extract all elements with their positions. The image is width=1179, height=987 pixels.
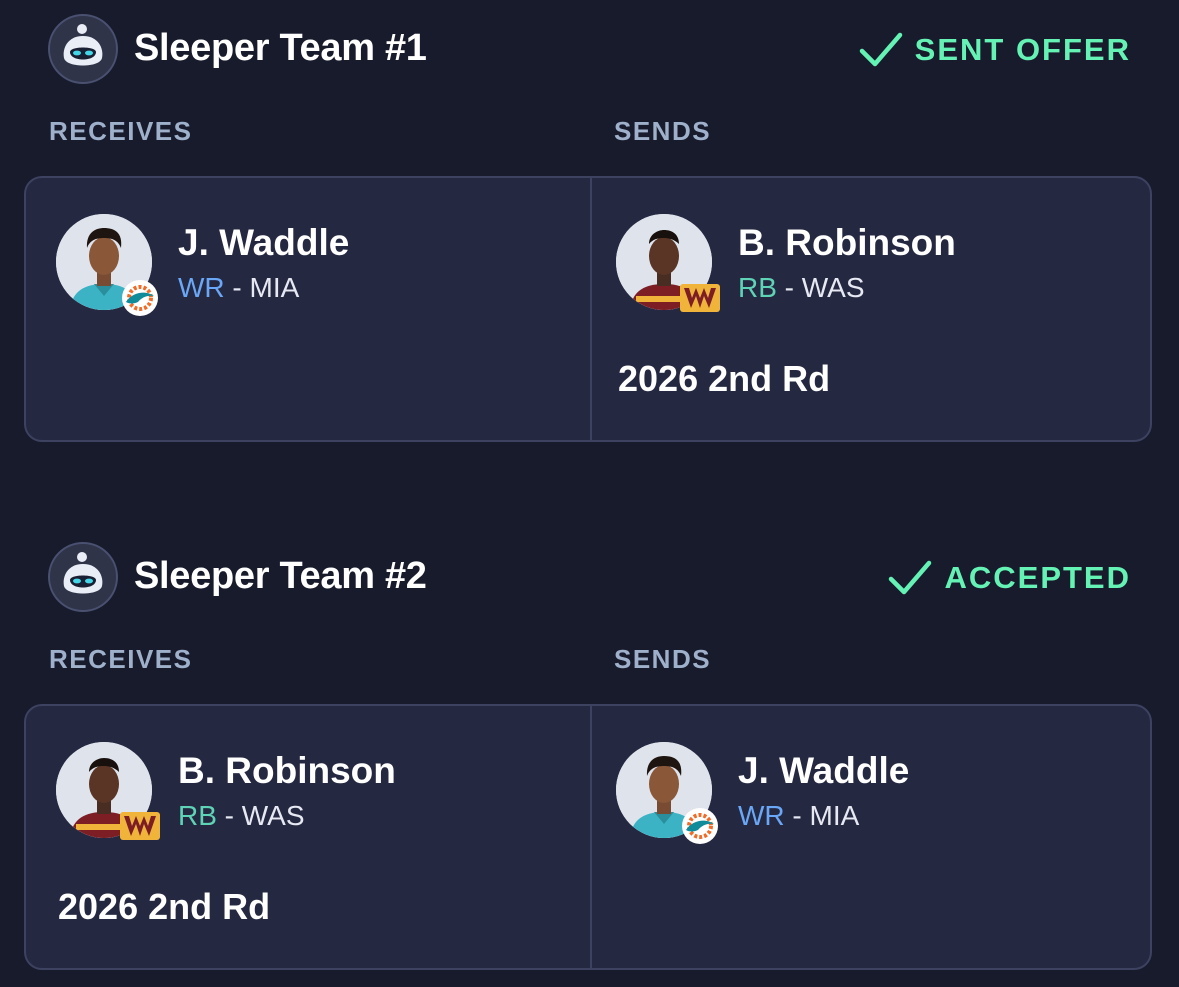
draft-pick[interactable]: 2026 2nd Rd — [58, 886, 270, 928]
player-row[interactable]: J. Waddle WR - MIA — [56, 214, 556, 324]
sends-label: SENDS — [614, 644, 712, 674]
meta-separator: - — [224, 272, 250, 303]
receives-column: J. Waddle WR - MIA — [26, 178, 588, 440]
player-name: B. Robinson — [178, 750, 396, 791]
player-row[interactable]: B. Robinson RB - WAS — [616, 214, 1116, 324]
player-position: WR — [738, 800, 785, 831]
player-meta: RB - WAS — [178, 800, 305, 832]
player-team: WAS — [241, 800, 305, 831]
sleeper-bot-avatar-icon — [48, 14, 118, 84]
commanders-logo-icon — [680, 278, 720, 318]
team-header[interactable]: Sleeper Team #2 ACCEPTED — [48, 542, 1131, 614]
player-position: WR — [178, 272, 225, 303]
player-meta: WR - MIA — [178, 272, 299, 304]
player-row[interactable]: J. Waddle WR - MIA — [616, 742, 1116, 852]
team-name: Sleeper Team #2 — [134, 555, 427, 597]
receives-label: RECEIVES — [49, 644, 193, 674]
commanders-logo-icon — [120, 806, 160, 846]
trade-card: J. Waddle WR - MIA B. Robinson RB - WAS … — [24, 176, 1152, 442]
player-name: B. Robinson — [738, 222, 956, 263]
player-team: MIA — [809, 800, 860, 831]
sends-column: J. Waddle WR - MIA — [592, 706, 1154, 968]
receives-column: B. Robinson RB - WAS 2026 2nd Rd — [26, 706, 588, 968]
dolphins-logo-icon — [680, 806, 720, 846]
player-meta: WR - MIA — [738, 800, 859, 832]
player-name: J. Waddle — [178, 222, 350, 263]
trade-card: B. Robinson RB - WAS 2026 2nd Rd J. Wadd… — [24, 704, 1152, 970]
checkmark-icon — [889, 560, 932, 595]
player-position: RB — [738, 272, 777, 303]
checkmark-icon — [859, 32, 902, 67]
team-header[interactable]: Sleeper Team #1 SENT OFFER — [48, 14, 1131, 86]
receives-label: RECEIVES — [49, 116, 193, 146]
sends-label: SENDS — [614, 116, 712, 146]
player-team: MIA — [249, 272, 300, 303]
sleeper-bot-avatar-icon — [48, 542, 118, 612]
dolphins-logo-icon — [120, 278, 160, 318]
player-position: RB — [178, 800, 217, 831]
draft-pick[interactable]: 2026 2nd Rd — [618, 358, 830, 400]
meta-separator: - — [216, 800, 242, 831]
status-label: ACCEPTED — [944, 560, 1131, 595]
status-label: SENT OFFER — [914, 32, 1131, 67]
sends-column: B. Robinson RB - WAS 2026 2nd Rd — [592, 178, 1154, 440]
player-row[interactable]: B. Robinson RB - WAS — [56, 742, 556, 852]
player-name: J. Waddle — [738, 750, 910, 791]
meta-separator: - — [776, 272, 802, 303]
player-team: WAS — [801, 272, 865, 303]
team-name: Sleeper Team #1 — [134, 27, 427, 69]
trade-status: SENT OFFER — [859, 30, 1131, 70]
meta-separator: - — [784, 800, 810, 831]
trade-status: ACCEPTED — [888, 558, 1131, 598]
player-meta: RB - WAS — [738, 272, 865, 304]
